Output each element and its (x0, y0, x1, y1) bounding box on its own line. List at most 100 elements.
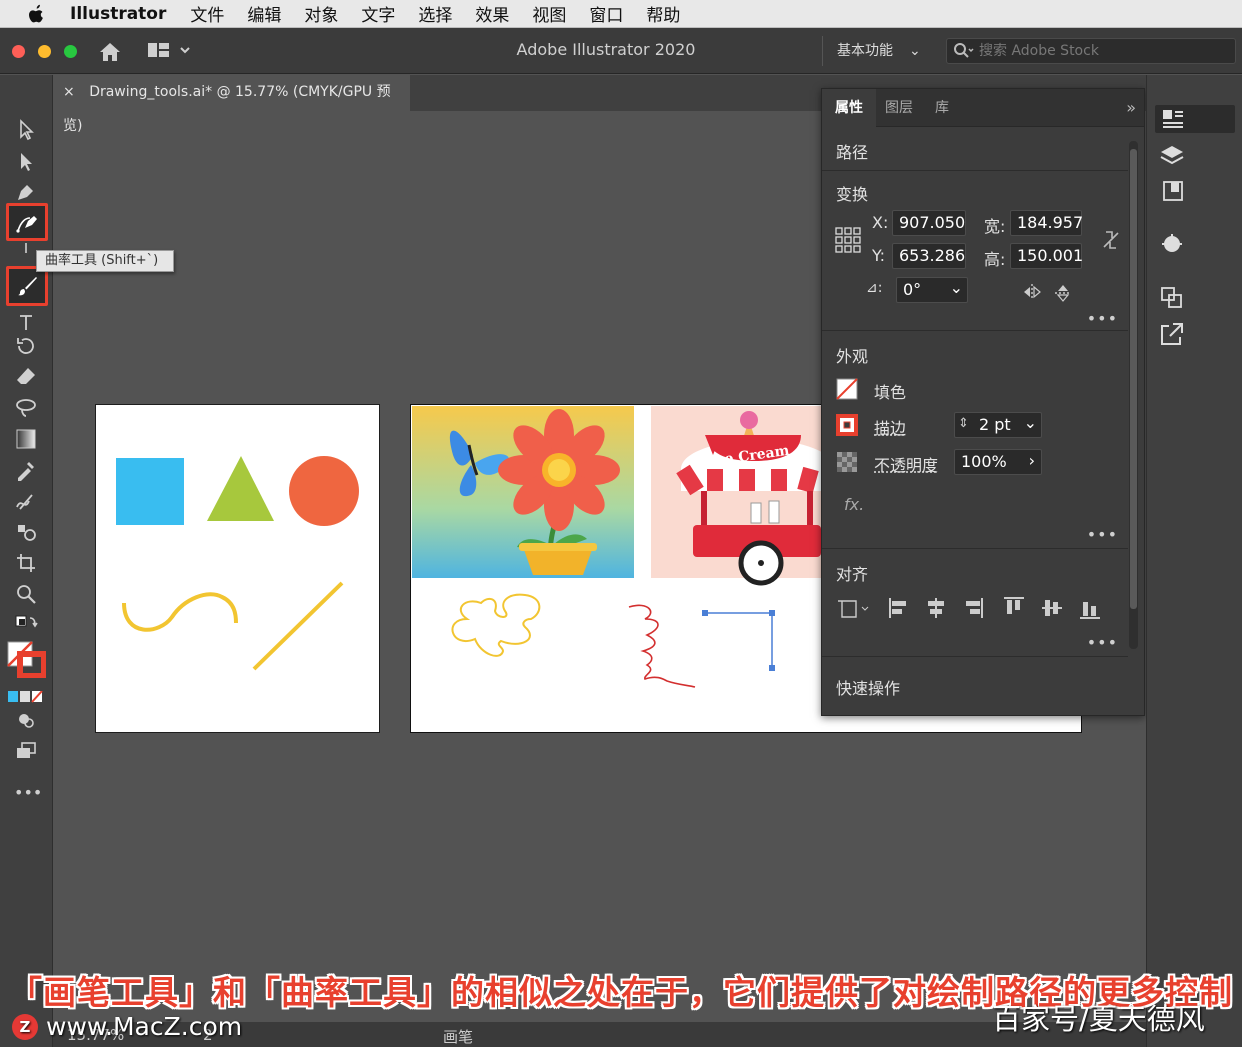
workspace-switcher[interactable]: 基本功能 ⌄ (822, 36, 932, 66)
anchor-point[interactable] (769, 665, 775, 671)
transform-more-button[interactable]: ••• (1087, 309, 1118, 328)
transform-icon[interactable] (1159, 285, 1185, 315)
lasso-tool[interactable] (8, 393, 44, 423)
height-field[interactable]: 150.001 (1010, 243, 1083, 269)
current-tool-status[interactable]: 画笔 (443, 1026, 473, 1047)
watermark-left: Z www.MacZ.com (12, 1012, 242, 1041)
properties-dock-button[interactable] (1155, 105, 1235, 133)
stock-search-input[interactable]: 搜索 Adobe Stock (946, 38, 1236, 64)
x-field[interactable]: 907.050 (892, 210, 966, 236)
eyedropper-tool[interactable] (8, 455, 44, 485)
quick-actions-title: 快速操作 (836, 679, 901, 698)
scrollbar-thumb[interactable] (1130, 149, 1137, 609)
stock-search-placeholder: 搜索 Adobe Stock (979, 43, 1099, 59)
gradient-icon (16, 429, 36, 449)
y-field[interactable]: 653.286 (892, 243, 966, 269)
menu-window[interactable]: 窗口 (589, 1, 623, 26)
color-guide-icon[interactable] (1159, 231, 1185, 261)
close-tab-icon[interactable]: × (63, 84, 75, 100)
align-top-icon[interactable] (1004, 597, 1024, 614)
screen-mode-button[interactable] (8, 736, 44, 766)
artboard-tool[interactable] (8, 548, 44, 578)
stroke-weight-field[interactable]: ⇕ 2 pt ⌄ (954, 412, 1042, 438)
menu-edit[interactable]: 编辑 (247, 1, 281, 26)
fill-stroke-swatches[interactable] (6, 640, 47, 679)
align-vertical-center-icon[interactable] (1042, 600, 1062, 616)
tab-libraries[interactable]: 库 (922, 89, 962, 127)
libraries-icon[interactable] (1161, 179, 1185, 207)
direct-selection-tool[interactable] (8, 147, 44, 177)
green-triangle (207, 456, 274, 521)
symbol-sprayer-tool[interactable] (8, 517, 44, 547)
flip-horizontal-icon[interactable] (1022, 283, 1042, 305)
opacity-field[interactable]: 100% › (954, 449, 1042, 475)
drawing-modes-button[interactable] (8, 705, 44, 735)
selected-path[interactable] (705, 612, 773, 668)
layers-icon[interactable] (1159, 143, 1185, 173)
apple-icon[interactable] (26, 4, 50, 24)
transform-title: 变换 (836, 185, 869, 204)
align-to-icon[interactable] (838, 600, 869, 618)
opacity-label[interactable]: 不透明度 (874, 452, 938, 476)
align-right-icon[interactable] (966, 598, 983, 618)
edit-toolbar-more[interactable]: ••• (14, 783, 42, 802)
panel-collapse-icon[interactable]: » (1126, 98, 1136, 117)
color-mode-buttons[interactable] (8, 688, 44, 703)
stroke-swatch[interactable] (836, 414, 858, 440)
export-icon[interactable] (1159, 321, 1185, 351)
appearance-title: 外观 (836, 347, 869, 366)
yellow-line (252, 581, 344, 671)
chevron-down-icon: ⌄ (1023, 413, 1037, 432)
align-more-button[interactable]: ••• (1087, 633, 1118, 652)
watermark-right: 百家号/夏天德风 (992, 1002, 1205, 1036)
selection-arrow-icon (20, 119, 34, 141)
swap-fill-stroke[interactable] (8, 612, 44, 636)
constrain-proportions-icon[interactable] (1100, 229, 1122, 255)
width-field[interactable]: 184.957 (1010, 210, 1083, 236)
fill-swatch[interactable] (836, 378, 858, 404)
x-label: X: (872, 213, 889, 232)
menu-effect[interactable]: 效果 (475, 1, 509, 26)
align-left-icon[interactable] (889, 598, 906, 618)
flip-vertical-icon[interactable] (1054, 283, 1072, 307)
eyedropper-icon (18, 462, 34, 481)
reference-point-icon[interactable] (835, 227, 861, 257)
menu-view[interactable]: 视图 (532, 1, 566, 26)
selection-tool[interactable] (8, 115, 44, 145)
stepper-icon[interactable]: ⇕ (958, 412, 969, 436)
rotate-tool[interactable] (8, 331, 44, 361)
align-title: 对齐 (836, 565, 869, 584)
fx-button[interactable]: fx. (844, 495, 864, 514)
menu-app-name[interactable]: Illustrator (70, 4, 166, 24)
tab-properties[interactable]: 属性 (822, 89, 876, 127)
tool-tooltip: 曲率工具 (Shift+`) (36, 250, 174, 272)
stroke-label[interactable]: 描边 (874, 415, 906, 439)
panel-scrollbar[interactable] (1129, 141, 1138, 649)
rotate-angle-field[interactable]: 0° ⌄ (896, 277, 968, 303)
pen-icon (18, 185, 33, 200)
blend-tool[interactable] (8, 486, 44, 516)
menu-file[interactable]: 文件 (190, 1, 224, 26)
align-bottom-icon[interactable] (1080, 602, 1100, 619)
appearance-more-button[interactable]: ••• (1087, 525, 1118, 544)
paintbrush-tool[interactable] (6, 266, 48, 306)
menu-select[interactable]: 选择 (418, 1, 452, 26)
zoom-tool[interactable] (8, 579, 44, 609)
gradient-tool[interactable] (8, 424, 44, 454)
screen-mode-icon (17, 742, 36, 758)
menu-help[interactable]: 帮助 (646, 1, 680, 26)
watermark-left-text: www.MacZ.com (46, 1012, 243, 1041)
menu-object[interactable]: 对象 (304, 1, 338, 26)
anchor-point[interactable] (702, 610, 708, 616)
artboard-shapes[interactable] (95, 404, 380, 733)
tab-layers[interactable]: 图层 (872, 89, 926, 127)
menu-type[interactable]: 文字 (361, 1, 395, 26)
anchor-point[interactable] (769, 610, 775, 616)
opacity-value: 100% (961, 452, 1007, 471)
document-tab[interactable]: × Drawing_tools.ai* @ 15.77% (CMYK/GPU 预… (53, 75, 410, 134)
symbol-sprayer-icon (18, 525, 36, 541)
zoom-icon (17, 585, 36, 604)
curvature-tool[interactable] (6, 203, 48, 241)
eraser-tool[interactable] (8, 362, 44, 392)
align-horizontal-center-icon[interactable] (928, 598, 944, 618)
